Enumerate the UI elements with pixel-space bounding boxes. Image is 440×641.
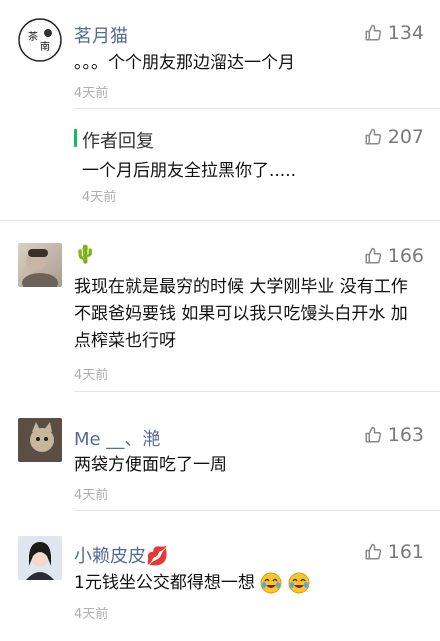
- avatar[interactable]: 茶 南: [18, 18, 62, 62]
- timestamp: 4天前: [74, 86, 109, 101]
- reply-label: 作者回复: [82, 131, 154, 152]
- thumbs-up-icon: [365, 24, 381, 41]
- avatar-image: [22, 249, 58, 287]
- timestamp: 4天前: [74, 488, 109, 503]
- comment-text-body: 1元钱坐公交都得想一想: [74, 573, 255, 593]
- thumbs-up-icon: [365, 543, 381, 560]
- avatar[interactable]: [18, 536, 62, 580]
- comment-text: 两袋方便面吃了一周: [74, 455, 227, 475]
- timestamp: 4天前: [74, 607, 109, 622]
- like-count: 207: [387, 126, 424, 148]
- divider: [74, 108, 440, 109]
- author-reply: 作者回复 207 一个月后朋友全拉黑你了..... 4天前: [0, 120, 440, 228]
- like-count: 161: [387, 541, 424, 563]
- thumbs-up-icon: [365, 426, 381, 443]
- comment-text: 1元钱坐公交都得想一想: [74, 570, 424, 597]
- like-button[interactable]: 161: [364, 541, 424, 563]
- like-count: 163: [387, 424, 424, 446]
- timestamp: 4天前: [74, 368, 109, 383]
- username[interactable]: Me __、滟: [74, 425, 160, 451]
- divider: [74, 510, 440, 511]
- comment-item: 小赖皮皮💋 161 1元钱坐公交都得想一想 4天前: [0, 516, 440, 641]
- svg-text:茶: 茶: [28, 30, 38, 43]
- comment-item: Me __、滟 163 两袋方便面吃了一周 4天前: [0, 398, 440, 516]
- like-count: 166: [387, 245, 424, 267]
- avatar-image: 茶 南: [18, 18, 62, 62]
- like-button[interactable]: 166: [364, 245, 424, 267]
- like-count: 134: [387, 22, 424, 44]
- like-button[interactable]: 134: [364, 22, 424, 44]
- comment-item: 茶 南 茗月猫 134 。。。个个朋友那边溜达一个月 4天前: [0, 0, 440, 120]
- avatar[interactable]: [18, 243, 62, 287]
- crying-laughing-emoji-icon: [260, 572, 282, 594]
- username[interactable]: 小赖皮皮💋: [74, 542, 168, 568]
- comment-text: 。。。个个朋友那边溜达一个月: [74, 53, 295, 73]
- like-button[interactable]: 207: [364, 126, 424, 148]
- thumbs-up-icon: [365, 247, 381, 264]
- comment-text: 我现在就是最穷的时候 大学刚毕业 没有工作不跟爸妈要钱 如果可以我只吃馒头白开水…: [74, 277, 408, 351]
- reply-text: 一个月后朋友全拉黑你了.....: [82, 161, 297, 181]
- timestamp: 4天前: [82, 190, 117, 205]
- username[interactable]: 茗月猫: [74, 22, 128, 48]
- thumbs-up-icon: [365, 128, 381, 145]
- crying-laughing-emoji-icon: [288, 572, 310, 594]
- divider: [74, 391, 440, 392]
- username[interactable]: 🌵: [74, 244, 96, 265]
- like-button[interactable]: 163: [364, 424, 424, 446]
- reply-indicator: [74, 129, 77, 147]
- avatar-image: [18, 418, 62, 462]
- comment-item: 🌵 166 我现在就是最穷的时候 大学刚毕业 没有工作不跟爸妈要钱 如果可以我只…: [0, 228, 440, 398]
- avatar[interactable]: [18, 418, 62, 462]
- divider: [0, 220, 440, 221]
- avatar-image: [18, 536, 62, 580]
- svg-text:南: 南: [40, 40, 50, 53]
